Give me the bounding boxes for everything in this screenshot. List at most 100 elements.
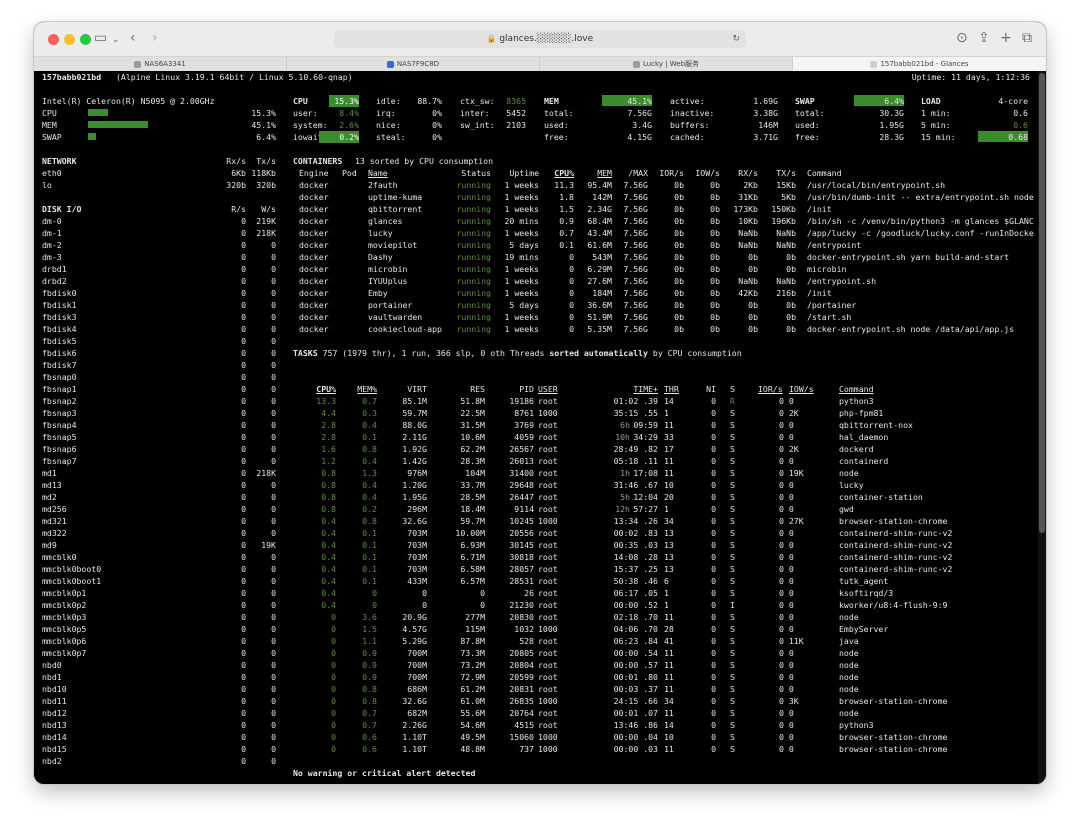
container-column-header: Name [368, 168, 388, 178]
process-cpu: 0 [331, 648, 336, 658]
process-user: root [538, 456, 558, 466]
forward-arrow-icon[interactable]: › [152, 29, 158, 47]
process-pid: 10245 [509, 516, 534, 526]
process-time: 00:03 .37 [613, 684, 658, 694]
process-threads: 11 [664, 648, 674, 658]
process-io: 0 0 [779, 492, 794, 502]
disk-write: 0 [271, 492, 276, 502]
process-pid: 26835 [509, 696, 534, 706]
new-tab-icon[interactable]: + [1000, 29, 1012, 47]
process-pid: 26447 [509, 492, 534, 502]
disk-write: 0 [271, 516, 276, 526]
disk-write: 0 [271, 636, 276, 646]
address-bar[interactable]: 🔒 glances.░░░░░.love ↻ [334, 30, 746, 48]
process-virt: 700M [407, 660, 427, 670]
scrollbar[interactable] [1038, 71, 1046, 784]
process-command: hal_daemon [839, 432, 889, 442]
process-cpu: 0.4 [321, 528, 336, 538]
tab-nas7f9c8d[interactable]: NAS7F9C8D [287, 57, 540, 71]
tasks-summary: 757 (1979 thr), 1 run, 366 slp, 0 oth Th… [322, 348, 545, 358]
process-nice: 0 [711, 528, 716, 538]
mem-stat-value: 3.4G [632, 120, 652, 130]
disk-name: drbd1 [42, 264, 67, 274]
process-cpu: 0.8 [321, 468, 336, 478]
disk-write: 0 [271, 384, 276, 394]
container-cell: uptime-kuma [368, 192, 423, 202]
cpu-stat-label: nice: [376, 120, 401, 130]
scrollbar-thumb[interactable] [1039, 73, 1045, 533]
mem-stat-value: 4.15G [627, 132, 652, 142]
disk-name: md13 [42, 480, 62, 490]
disk-write: 0 [271, 588, 276, 598]
process-mem: 0.6 [362, 744, 377, 754]
process-nice: 0 [711, 684, 716, 694]
process-nice: 0 [711, 648, 716, 658]
tab-overview-icon[interactable]: ⧉ [1022, 29, 1032, 47]
process-cpu: 2.8 [321, 420, 336, 430]
process-res: 0 [480, 600, 485, 610]
containers-subtitle: 13 sorted by CPU consumption [355, 156, 494, 166]
disk-write: 0 [271, 300, 276, 310]
share-icon[interactable]: ⇪ [978, 29, 990, 47]
process-virt: 2.11G [402, 432, 427, 442]
disk-name: dm-3 [42, 252, 62, 262]
process-cpu: 0 [331, 732, 336, 742]
process-pid: 28531 [509, 576, 534, 586]
disk-read-header: R/s [231, 204, 246, 214]
disk-write: 0 [271, 576, 276, 586]
process-column-header: NI [706, 384, 716, 394]
process-time: 50:38 .46 [613, 576, 658, 586]
uptime: Uptime: 11 days, 1:12:36 [911, 72, 1030, 82]
process-virt: 0 [422, 600, 427, 610]
download-icon[interactable]: ⊙ [956, 29, 968, 47]
load-value: 0.6 [1013, 120, 1028, 130]
disk-write: 0 [271, 444, 276, 454]
process-column-header: MEM% [357, 384, 377, 394]
minimize-window-button[interactable] [64, 34, 75, 45]
process-cpu: 0.4 [321, 516, 336, 526]
process-cpu: 0.4 [321, 588, 336, 598]
process-pid: 21230 [509, 600, 534, 610]
disk-name: nbd14 [42, 732, 67, 742]
process-state: S [730, 648, 735, 658]
process-pid: 26567 [509, 444, 534, 454]
process-threads: 20 [664, 492, 674, 502]
disk-name: mmcblk0p5 [42, 624, 87, 634]
tab-lucky[interactable]: Lucky | Web服务 [540, 57, 793, 71]
process-res: 31.5M [460, 420, 485, 430]
process-state: S [730, 672, 735, 682]
reload-icon[interactable]: ↻ [732, 30, 740, 48]
cpu-total: 15.3% [329, 95, 359, 107]
zoom-window-button[interactable] [80, 34, 91, 45]
process-time: 28:49 .82 [613, 444, 658, 454]
cpu-stat-value: 5452 [506, 108, 526, 118]
process-command: node [839, 468, 859, 478]
process-command: containerd-shim-runc-v2 [839, 540, 953, 550]
tab-nas6a3341[interactable]: NAS6A3341 [34, 57, 287, 71]
process-time: 02:18 .70 [613, 612, 658, 622]
close-window-button[interactable] [48, 34, 59, 45]
process-threads: 13 [664, 564, 674, 574]
process-virt: 2.26G [402, 720, 427, 730]
process-nice: 0 [711, 516, 716, 526]
container-cell: /entrypoint [807, 240, 862, 250]
disk-name: dm-2 [42, 240, 62, 250]
container-cell: docker [299, 216, 329, 226]
chevron-down-icon[interactable]: ⌄ [112, 31, 120, 49]
disk-name: fbdisk7 [42, 360, 77, 370]
sidebar-icon[interactable]: ▭ [94, 29, 107, 47]
process-res: 59.7M [460, 516, 485, 526]
process-virt: 0 [422, 588, 427, 598]
disk-name: nbd12 [42, 708, 67, 718]
back-arrow-icon[interactable]: ‹ [130, 29, 136, 47]
process-column-header: VIRT [407, 384, 427, 394]
container-cell: 15Kb [776, 180, 796, 190]
process-command: lucky [839, 480, 864, 490]
disk-write: 0 [271, 312, 276, 322]
process-time: 06:23 .84 [613, 636, 658, 646]
process-command: EmbyServer [839, 624, 889, 634]
tab-glances[interactable]: 157babb021bd - Glances [793, 57, 1046, 71]
process-threads: 11 [664, 708, 674, 718]
process-state: S [730, 660, 735, 670]
load-label: 1 min: [921, 108, 951, 118]
